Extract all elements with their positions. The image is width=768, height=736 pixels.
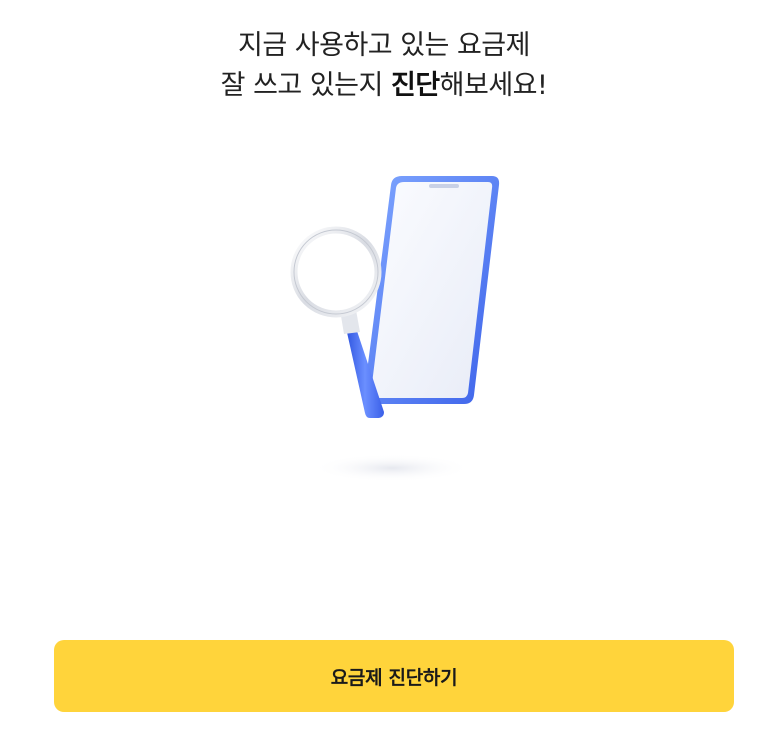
magnifying-glass-icon — [290, 226, 384, 418]
title-line-2: 잘 쓰고 있는지 진단해보세요! — [0, 66, 768, 106]
phone-icon — [363, 176, 500, 404]
hero-illustration — [0, 160, 768, 500]
title-line-2-prefix: 잘 쓰고 있는지 — [220, 70, 391, 101]
hero-illustration-svg — [290, 176, 500, 482]
title-emphasis: 진단 — [390, 70, 440, 101]
diagnosis-page: 지금 사용하고 있는 요금제 잘 쓰고 있는지 진단해보세요! 요금제 진단하기 — [0, 0, 768, 736]
title-line-2-suffix: 해보세요! — [439, 70, 548, 101]
title-line-1: 지금 사용하고 있는 요금제 — [238, 30, 531, 61]
page-title: 지금 사용하고 있는 요금제 잘 쓰고 있는지 진단해보세요! — [0, 26, 768, 106]
floor-shadow — [312, 454, 472, 482]
diagnose-plan-button[interactable]: 요금제 진단하기 — [54, 640, 734, 712]
